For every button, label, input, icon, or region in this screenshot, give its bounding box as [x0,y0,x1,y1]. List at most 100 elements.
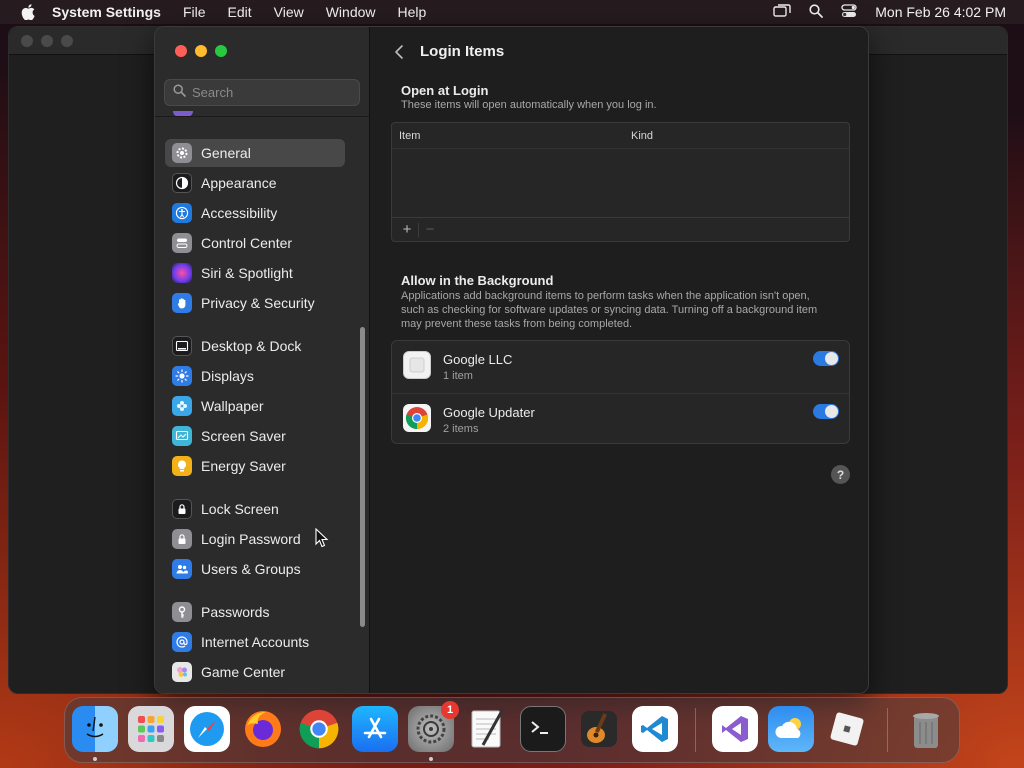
visual-studio-icon[interactable] [712,706,758,752]
sidebar-item-control-center[interactable]: Control Center [165,229,345,257]
sidebar-item-label: Energy Saver [201,458,286,474]
allow-background-description: Applications add background items to per… [401,290,818,330]
open-at-login-title: Open at Login [401,83,489,98]
menu-clock[interactable]: Mon Feb 26 4:02 PM [875,4,1006,20]
sidebar-item-desktop-dock[interactable]: Desktop & Dock [165,332,345,360]
menu-help[interactable]: Help [398,4,427,20]
zoom-button[interactable] [215,45,227,57]
sidebar-item-wallpaper[interactable]: Wallpaper [165,392,345,420]
spotlight-search-icon[interactable] [809,3,824,21]
weather-icon[interactable] [768,706,814,752]
inactive-minimize-icon[interactable] [41,35,53,47]
search-input[interactable] [192,85,352,100]
hand-icon [172,293,192,313]
sidebar-item-label: General [201,145,251,161]
list-item[interactable]: Google Updater 2 items [392,393,849,445]
background-items-list: Google LLC 1 item Google Updater 2 items [391,340,850,444]
add-login-item-button[interactable]: + [396,219,418,241]
gear-icon [172,143,192,163]
sidebar-item-label: Wallpaper [201,398,264,414]
menu-app-name[interactable]: System Settings [52,4,161,20]
bulb-icon [172,456,192,476]
chrome-icon [403,404,431,432]
appearance-icon [172,173,192,193]
close-button[interactable] [175,45,187,57]
column-header-kind[interactable]: Kind [631,130,653,142]
sidebar-item-siri-spotlight[interactable]: Siri & Spotlight [165,259,345,287]
accessibility-icon [172,203,192,223]
item-name: Google LLC [443,352,513,367]
sidebar-item-lock-screen[interactable]: Lock Screen [165,495,345,523]
textedit-icon[interactable] [464,706,510,752]
inactive-zoom-icon[interactable] [61,35,73,47]
sidebar-item-general[interactable]: General [165,139,345,167]
sun-icon [172,366,192,386]
back-button[interactable] [389,41,409,63]
lock-icon [172,499,192,519]
table-footer: + − [392,217,849,241]
sidebar-item-passwords[interactable]: Passwords [165,598,345,626]
dock-separator [887,708,888,752]
sidebar-item-displays[interactable]: Displays [165,362,345,390]
column-header-item[interactable]: Item [399,130,420,142]
finder-icon[interactable] [72,706,118,752]
terminal-icon[interactable] [520,706,566,752]
menu-file[interactable]: File [183,4,206,20]
safari-icon[interactable] [184,706,230,752]
sidebar-divider [155,116,370,117]
sidebar-item-label: Desktop & Dock [201,338,302,354]
screen-mirroring-icon[interactable] [773,3,791,21]
table-header: Item Kind [392,123,849,149]
control-center-icon[interactable] [841,3,857,21]
siri-icon [172,263,192,283]
app-store-icon[interactable] [352,706,398,752]
login-items-table[interactable]: Item Kind + − [391,122,850,242]
sidebar-item-privacy-security[interactable]: Privacy & Security [165,289,345,317]
garageband-icon[interactable] [576,706,622,752]
sidebar-item-users-groups[interactable]: Users & Groups [165,555,345,583]
system-settings-dock-icon[interactable]: 1 [408,701,459,752]
menu-view[interactable]: View [274,4,304,20]
content-pane: Login Items Open at Login These items wi… [371,27,868,693]
lock-icon [172,529,192,549]
vscode-icon[interactable] [632,706,678,752]
trash-icon[interactable] [903,706,949,752]
sidebar-item-screen-saver[interactable]: Screen Saver [165,422,345,450]
chrome-dock-icon[interactable] [296,706,342,752]
sidebar-search[interactable] [164,79,360,106]
item-count: 1 item [443,370,473,382]
inactive-close-icon[interactable] [21,35,33,47]
menu-bar: System Settings File Edit View Window He… [0,0,1024,24]
google-updater-toggle[interactable] [813,404,839,419]
sidebar-item-game-center[interactable]: Game Center [165,658,345,686]
minimize-button[interactable] [195,45,207,57]
sidebar-item-label: Accessibility [201,205,278,221]
sidebar-item-label: Screen Saver [201,428,286,444]
sidebar-item-energy-saver[interactable]: Energy Saver [165,452,345,480]
remove-login-item-button[interactable]: − [419,219,441,241]
help-button[interactable]: ? [831,465,850,484]
menu-edit[interactable]: Edit [228,4,252,20]
open-at-login-description: These items will open automatically when… [401,99,657,111]
sidebar-item-internet-accounts[interactable]: Internet Accounts [165,628,345,656]
sidebar-item-accessibility[interactable]: Accessibility [165,199,345,227]
apple-menu-icon[interactable] [18,0,38,24]
sidebar-item-label: Privacy & Security [201,295,315,311]
google-llc-toggle[interactable] [813,351,839,366]
roblox-icon[interactable] [824,706,870,752]
finder-running-indicator [93,757,97,761]
menu-window[interactable]: Window [326,4,376,20]
sidebar-item-label: Internet Accounts [201,634,310,650]
search-icon [173,83,186,102]
sidebar-scrollbar[interactable] [360,327,365,627]
sidebar-item-label: Lock Screen [201,501,279,517]
sidebar-item-label: Appearance [201,175,277,191]
flower-icon [172,396,192,416]
list-item[interactable]: Google LLC 1 item [392,341,849,393]
launchpad-icon[interactable] [128,706,174,752]
item-count: 2 items [443,423,479,435]
page-title: Login Items [420,43,505,60]
firefox-icon[interactable] [240,706,286,752]
sidebar-item-label: Login Password [201,531,301,547]
sidebar-item-appearance[interactable]: Appearance [165,169,345,197]
